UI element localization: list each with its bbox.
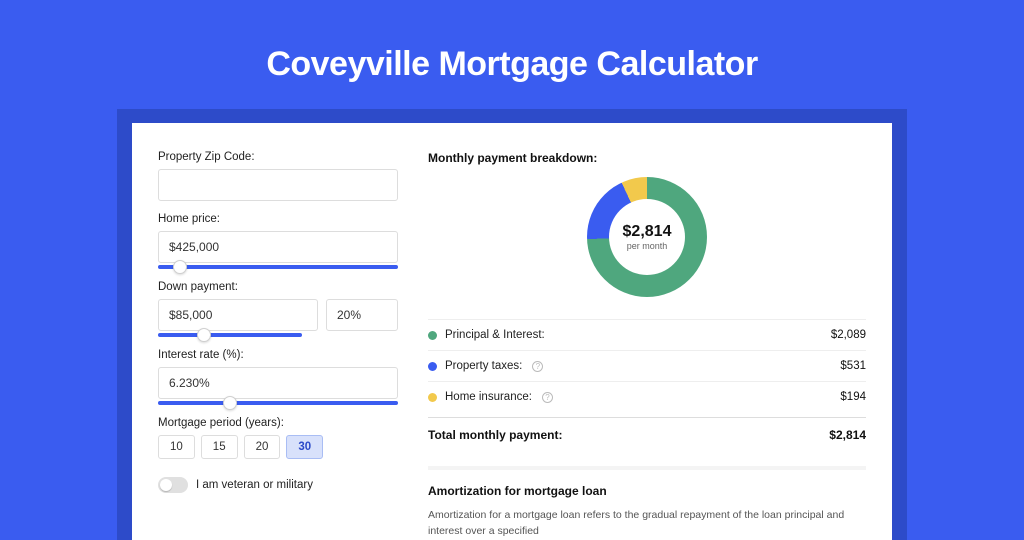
down-payment-label: Down payment: [158,281,398,293]
veteran-toggle-knob [160,479,172,491]
veteran-toggle-label: I am veteran or military [196,479,313,491]
period-button-30[interactable]: 30 [286,435,323,459]
home-price-field-group: Home price: $425,000 [158,213,398,269]
period-field-group: Mortgage period (years): 10 15 20 30 [158,417,398,459]
down-payment-slider[interactable] [158,333,302,337]
total-label: Total monthly payment: [428,428,562,442]
breakdown-column: Monthly payment breakdown: $2,814 per mo… [428,151,866,540]
form-column: Property Zip Code: Home price: $425,000 … [158,151,398,540]
dot-icon [428,331,437,340]
interest-rate-label: Interest rate (%): [158,349,398,361]
home-price-input[interactable]: $425,000 [158,231,398,263]
legend-label: Principal & Interest: [445,329,545,341]
amortization-section: Amortization for mortgage loan Amortizat… [428,466,866,540]
home-price-slider-thumb[interactable] [173,260,187,274]
total-row: Total monthly payment: $2,814 [428,417,866,452]
legend-row-taxes: Property taxes: ? $531 [428,350,866,381]
period-button-20[interactable]: 20 [244,435,281,459]
interest-rate-input[interactable]: 6.230% [158,367,398,399]
legend-row-insurance: Home insurance: ? $194 [428,381,866,412]
interest-rate-field-group: Interest rate (%): 6.230% [158,349,398,405]
legend-label: Home insurance: [445,391,532,403]
period-label: Mortgage period (years): [158,417,398,429]
amortization-text: Amortization for a mortgage loan refers … [428,508,866,540]
down-payment-slider-thumb[interactable] [197,328,211,342]
veteran-toggle-row: I am veteran or military [158,477,398,493]
legend-label: Property taxes: [445,360,522,372]
calculator-panel: Property Zip Code: Home price: $425,000 … [132,123,892,540]
panel-band: Property Zip Code: Home price: $425,000 … [117,109,907,540]
home-price-slider[interactable] [158,265,398,269]
dot-icon [428,393,437,402]
donut-chart: $2,814 per month [587,177,707,297]
legend-row-principal: Principal & Interest: $2,089 [428,319,866,350]
home-price-label: Home price: [158,213,398,225]
down-payment-field-group: Down payment: $85,000 20% [158,281,398,337]
legend-value: $531 [840,360,866,372]
total-value: $2,814 [829,428,866,442]
veteran-toggle[interactable] [158,477,188,493]
breakdown-heading: Monthly payment breakdown: [428,151,866,165]
amortization-title: Amortization for mortgage loan [428,484,866,498]
donut-sub: per month [627,241,668,251]
legend-value: $194 [840,391,866,403]
legend-value: $2,089 [831,329,866,341]
zip-input[interactable] [158,169,398,201]
interest-rate-slider[interactable] [158,401,398,405]
dot-icon [428,362,437,371]
interest-rate-slider-thumb[interactable] [223,396,237,410]
period-buttons: 10 15 20 30 [158,435,398,459]
donut-chart-wrap: $2,814 per month [428,177,866,297]
donut-amount: $2,814 [623,223,672,241]
page-title: Coveyville Mortgage Calculator [0,0,1024,109]
info-icon[interactable]: ? [542,392,553,403]
donut-center: $2,814 per month [587,177,707,297]
period-button-10[interactable]: 10 [158,435,195,459]
zip-label: Property Zip Code: [158,151,398,163]
down-payment-amount-input[interactable]: $85,000 [158,299,318,331]
period-button-15[interactable]: 15 [201,435,238,459]
info-icon[interactable]: ? [532,361,543,372]
zip-field-group: Property Zip Code: [158,151,398,201]
down-payment-percent-input[interactable]: 20% [326,299,398,331]
